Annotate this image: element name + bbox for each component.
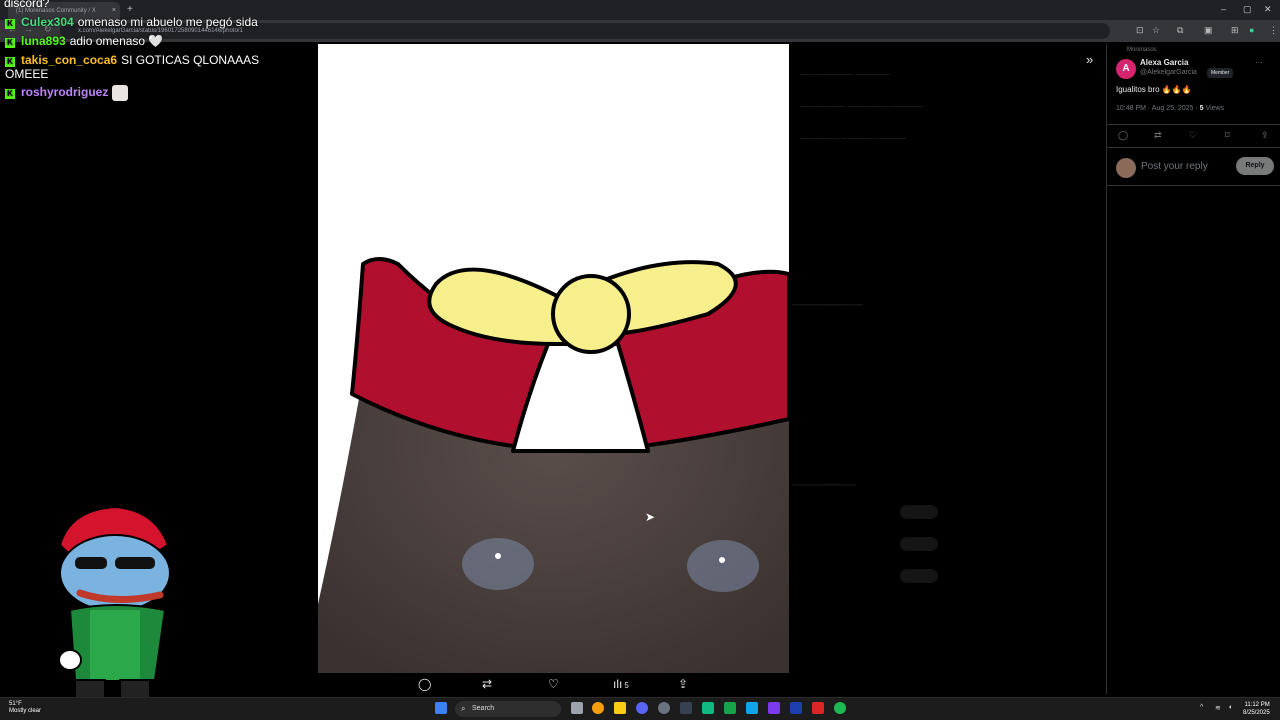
steam-icon[interactable] bbox=[790, 702, 802, 714]
clock-time: 11:12 PM bbox=[1244, 702, 1270, 708]
app-icon[interactable] bbox=[768, 702, 780, 714]
sidebar-icon[interactable]: ▣ bbox=[1204, 25, 1213, 36]
tweet-photo[interactable] bbox=[318, 44, 789, 673]
like-icon[interactable]: ♡ bbox=[1189, 130, 1197, 141]
spotify-icon[interactable] bbox=[834, 702, 846, 714]
tweet-views-label: Views bbox=[1203, 105, 1225, 112]
clock[interactable]: 11:12 PM 8/25/2025 bbox=[1243, 701, 1270, 717]
extension-icon[interactable]: ⊞ bbox=[1231, 25, 1239, 36]
kick-badge-icon: K bbox=[5, 89, 15, 100]
file-explorer-icon[interactable] bbox=[614, 702, 626, 714]
community-label[interactable]: Morenasos bbox=[1127, 47, 1157, 53]
extensions-icon[interactable]: ⧉ bbox=[1177, 25, 1183, 36]
volume-icon[interactable]: ◖ bbox=[1228, 704, 1232, 711]
author-name[interactable]: Alexa Garcia bbox=[1140, 58, 1188, 67]
bg-follow-button bbox=[900, 537, 938, 551]
views-count: 5 bbox=[624, 681, 629, 690]
chat-top-line: discord? bbox=[4, 0, 50, 10]
photo-action-bar: ◯ ⇄ ♡ ılı 5 ⇪ bbox=[318, 676, 789, 694]
chrome-icon[interactable] bbox=[592, 702, 604, 714]
bookmark-icon[interactable]: ⌑ bbox=[1225, 130, 1230, 141]
bg-follow-button bbox=[900, 505, 938, 519]
task-view-icon[interactable] bbox=[571, 702, 583, 714]
chat-message: K Culex304 omenaso mi abuelo me pegó sida bbox=[5, 15, 258, 29]
app-icon[interactable] bbox=[658, 702, 670, 714]
kick-badge-icon: K bbox=[5, 38, 15, 48]
chat-username: takis_con_coca6 bbox=[21, 53, 118, 67]
tweet-text: Igualitos bro 🔥🔥🔥 bbox=[1116, 85, 1192, 94]
chat-username: roshyrodriguez bbox=[21, 85, 109, 100]
app-icon[interactable] bbox=[746, 702, 758, 714]
views-button[interactable]: ılı 5 bbox=[613, 677, 629, 691]
close-window-icon[interactable]: ✕ bbox=[1264, 4, 1272, 15]
search-label: Search bbox=[472, 705, 495, 712]
mouse-cursor-icon: ➤ bbox=[645, 510, 656, 524]
clock-date: 8/25/2025 bbox=[1243, 710, 1270, 716]
expand-icon[interactable]: » bbox=[1086, 52, 1093, 67]
profile-icon[interactable]: ● bbox=[1249, 25, 1254, 35]
like-icon[interactable]: ♡ bbox=[548, 677, 559, 691]
comment-icon[interactable]: ◯ bbox=[418, 677, 431, 691]
member-badge: Member bbox=[1207, 68, 1234, 78]
bg-text: ── ─────── ────── bbox=[800, 70, 890, 79]
bg-text: ─────── ────── ───── bbox=[800, 134, 907, 143]
close-tab-icon[interactable]: × bbox=[112, 7, 116, 14]
reply-icon[interactable]: ◯ bbox=[1118, 130, 1128, 141]
reply-input[interactable]: Post your reply bbox=[1141, 161, 1208, 172]
discord-icon[interactable] bbox=[636, 702, 648, 714]
share-icon[interactable]: ⇪ bbox=[1261, 130, 1269, 141]
tweet-time[interactable]: 10:48 PM · Aug 25, 2025 · bbox=[1116, 105, 1200, 112]
views-icon: ılı bbox=[613, 677, 623, 691]
avatar[interactable]: A bbox=[1116, 59, 1136, 79]
search-icon: ⌕ bbox=[461, 704, 466, 713]
windows-start-icon[interactable] bbox=[435, 702, 447, 714]
tray-chevron-icon[interactable]: ^ bbox=[1200, 704, 1203, 711]
author-handle[interactable]: @AlekelgarGarcia bbox=[1140, 69, 1197, 76]
install-app-icon[interactable]: ⊡ bbox=[1136, 25, 1144, 36]
chat-username: Culex304 bbox=[21, 15, 74, 29]
bg-heading: ────────── bbox=[792, 300, 863, 311]
chat-message: Kluna893 adio omenaso 🤍 bbox=[5, 34, 163, 48]
taskbar-search[interactable]: ⌕ Search bbox=[455, 701, 561, 717]
tweet-panel: Morenasos A Alexa Garcia @AlekelgarGarci… bbox=[1106, 44, 1280, 694]
chat-text: adio omenaso 🤍 bbox=[69, 34, 164, 48]
reply-avatar bbox=[1116, 158, 1136, 178]
more-options-icon[interactable]: ⋯ bbox=[1255, 58, 1263, 67]
reply-button[interactable]: Reply bbox=[1236, 157, 1274, 175]
chat-message: Ktakis_con_coca6 SI GOTICAS QLONAAAS OMEE… bbox=[5, 53, 275, 81]
photo-illustration bbox=[318, 44, 789, 673]
minimize-icon[interactable]: – bbox=[1221, 4, 1226, 14]
repost-icon[interactable]: ⇄ bbox=[1154, 130, 1162, 141]
weather-text: Mostly clear bbox=[9, 708, 42, 714]
app-icon[interactable] bbox=[702, 702, 714, 714]
app-icon[interactable] bbox=[812, 702, 824, 714]
chat-text: omenaso mi abuelo me pegó sida bbox=[77, 15, 258, 29]
bg-follow-button bbox=[900, 569, 938, 583]
bg-heading: ───────── bbox=[792, 480, 856, 491]
divider bbox=[1107, 147, 1280, 148]
chat-username: luna893 bbox=[21, 34, 66, 48]
menu-icon[interactable]: ⋮ bbox=[1269, 25, 1278, 36]
kick-badge-icon: K bbox=[5, 19, 15, 29]
divider bbox=[1107, 185, 1280, 186]
bg-text: ──────── ─────── ────── bbox=[800, 102, 924, 111]
weather-widget[interactable]: 51°F Mostly clear bbox=[9, 701, 41, 715]
chat-message: Kroshyrodriguez bbox=[5, 85, 129, 101]
divider bbox=[1107, 124, 1280, 125]
emote-icon bbox=[112, 85, 129, 101]
tweet-meta: 10:48 PM · Aug 25, 2025 · 5 Views bbox=[1116, 105, 1224, 112]
app-icon[interactable] bbox=[680, 702, 692, 714]
new-tab-button[interactable]: + bbox=[127, 4, 133, 15]
maximize-icon[interactable]: ▢ bbox=[1243, 4, 1252, 15]
share-icon[interactable]: ⇪ bbox=[678, 677, 688, 691]
temperature: 51°F bbox=[9, 701, 22, 707]
repost-icon[interactable]: ⇄ bbox=[482, 677, 492, 691]
wifi-icon[interactable]: ≋ bbox=[1215, 704, 1221, 712]
bookmark-star-icon[interactable]: ☆ bbox=[1152, 25, 1160, 36]
kick-badge-icon: K bbox=[5, 57, 15, 67]
pepe-mascot-icon bbox=[58, 505, 171, 711]
app-icon[interactable] bbox=[724, 702, 736, 714]
